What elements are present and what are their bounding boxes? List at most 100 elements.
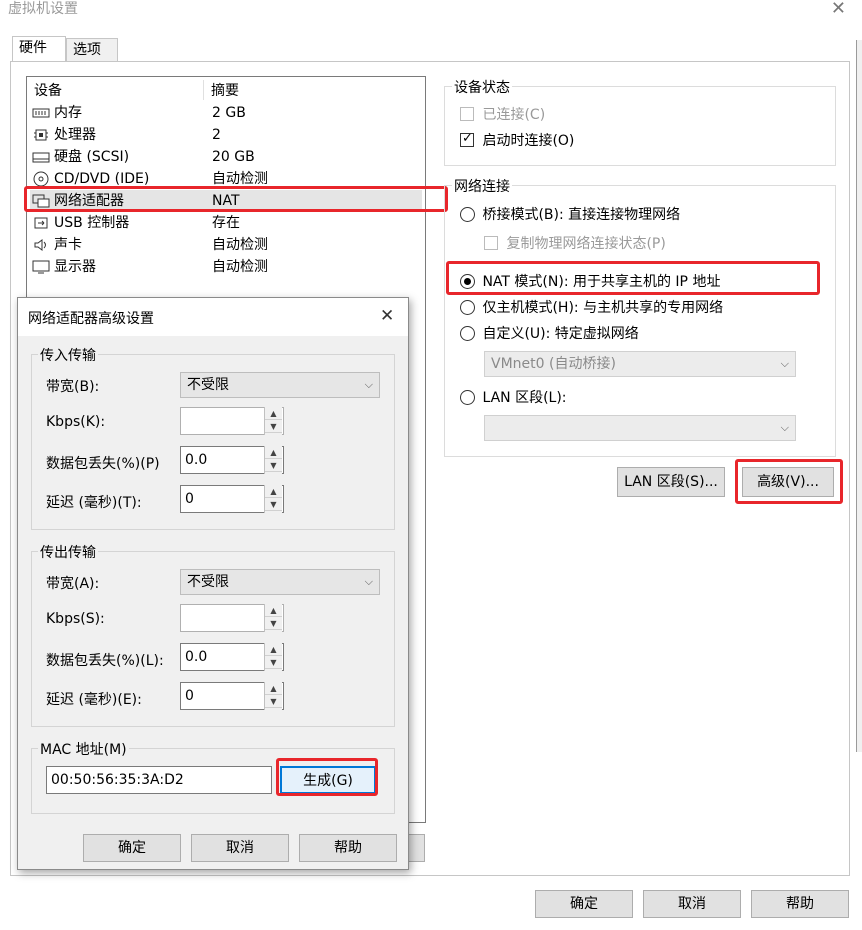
tab-options[interactable]: 选项 <box>66 38 118 62</box>
device-name: USB 控制器 <box>54 215 130 231</box>
incoming-bandwidth-select[interactable]: 不受限 ⌵ <box>180 372 380 398</box>
device-summary: 2 <box>212 127 221 143</box>
radio-dot <box>460 389 475 405</box>
monitor-icon <box>32 258 50 276</box>
radio-dot <box>460 206 475 222</box>
generate-mac-button[interactable]: 生成(G) <box>280 766 376 794</box>
chevron-down-icon: ⌵ <box>364 575 373 588</box>
arrow-down-icon[interactable]: ▼ <box>265 498 282 511</box>
lan-segments-button[interactable]: LAN 区段(S)... <box>617 467 725 497</box>
dialog-help-button[interactable]: 帮助 <box>299 834 397 862</box>
lan-segment-radio[interactable]: LAN 区段(L): <box>460 387 567 407</box>
mac-address-title: MAC 地址(M) <box>38 739 129 759</box>
field-value: 0 <box>185 688 194 704</box>
custom-label: 自定义(U): 特定虚拟网络 <box>482 326 639 342</box>
arrow-down-icon[interactable]: ▼ <box>265 656 282 669</box>
device-list-header: 设备 摘要 <box>34 80 414 100</box>
incoming-latency-stepper[interactable]: ▲ ▼ <box>264 485 282 513</box>
replicate-state-label: 复制物理网络连接状态(P) <box>506 236 666 252</box>
hard-disk-icon <box>32 148 50 166</box>
device-summary: NAT <box>212 193 240 209</box>
memory-icon <box>32 104 50 122</box>
dialog-cancel-button[interactable]: 取消 <box>191 834 289 862</box>
outgoing-title: 传出传输 <box>38 542 98 562</box>
arrow-up-icon[interactable]: ▲ <box>265 446 282 459</box>
chevron-down-icon: ⌵ <box>780 357 789 370</box>
window-title: 虚拟机设置 <box>8 1 78 17</box>
cpu-icon <box>32 126 50 144</box>
outgoing-latency-stepper[interactable]: ▲ ▼ <box>264 682 282 710</box>
ok-button[interactable]: 确定 <box>535 890 633 918</box>
outgoing-packet-loss-stepper[interactable]: ▲ ▼ <box>264 643 282 671</box>
device-summary: 存在 <box>212 215 240 231</box>
nat-label: NAT 模式(N): 用于共享主机的 IP 地址 <box>482 274 721 290</box>
field-value: 0 <box>185 491 194 507</box>
help-button[interactable]: 帮助 <box>751 890 849 918</box>
chevron-down-icon: ⌵ <box>780 421 789 434</box>
connect-at-power-on-checkbox[interactable]: 启动时连接(O) <box>460 130 574 150</box>
dialog-close-icon[interactable]: ✕ <box>380 306 394 326</box>
advanced-button[interactable]: 高级(V)... <box>742 467 834 497</box>
dialog-ok-button[interactable]: 确定 <box>83 834 181 862</box>
connected-checkbox[interactable]: 已连接(C) <box>460 104 545 124</box>
checkbox-box <box>460 131 474 147</box>
arrow-down-icon[interactable]: ▼ <box>265 459 282 472</box>
close-icon[interactable]: ✕ <box>831 0 846 19</box>
arrow-up-icon[interactable]: ▲ <box>265 643 282 656</box>
select-value: VMnet0 (自动桥接) <box>491 356 616 372</box>
device-name: 显示器 <box>54 259 96 275</box>
cd-dvd-icon <box>32 170 50 188</box>
tab-hardware[interactable]: 硬件 <box>12 36 66 62</box>
replicate-state-checkbox[interactable]: 复制物理网络连接状态(P) <box>484 233 666 253</box>
outgoing-bandwidth-label: 带宽(A): <box>46 576 100 592</box>
device-name: CD/DVD (IDE) <box>54 171 150 187</box>
arrow-up-icon[interactable]: ▲ <box>265 604 282 617</box>
host-only-label: 仅主机模式(H): 与主机共享的专用网络 <box>482 300 724 316</box>
custom-network-select[interactable]: VMnet0 (自动桥接) ⌵ <box>484 351 796 377</box>
outgoing-packet-loss-label: 数据包丢失(%)(L): <box>46 653 164 669</box>
arrow-down-icon[interactable]: ▼ <box>265 695 282 708</box>
device-row-hard-disk[interactable]: 硬盘 (SCSI) 20 GB <box>30 146 422 168</box>
device-row-network-adapter[interactable]: 网络适配器 NAT <box>30 190 422 212</box>
column-header-summary: 摘要 <box>211 83 239 99</box>
arrow-down-icon[interactable]: ▼ <box>265 420 282 433</box>
nat-radio[interactable]: NAT 模式(N): 用于共享主机的 IP 地址 <box>460 271 720 291</box>
network-adapter-icon <box>32 192 50 210</box>
bridged-radio[interactable]: 桥接模式(B): 直接连接物理网络 <box>460 204 680 224</box>
device-row-display[interactable]: 显示器 自动检测 <box>30 256 422 278</box>
window-edge <box>856 40 862 752</box>
incoming-kbps-stepper[interactable]: ▲ ▼ <box>264 407 282 435</box>
incoming-title: 传入传输 <box>38 345 98 365</box>
device-row-usb[interactable]: USB 控制器 存在 <box>30 212 422 234</box>
incoming-bandwidth-label: 带宽(B): <box>46 379 100 395</box>
outgoing-bandwidth-select[interactable]: 不受限 ⌵ <box>180 569 380 595</box>
speaker-icon <box>32 236 50 254</box>
checkbox-box <box>484 236 498 250</box>
outgoing-kbps-stepper[interactable]: ▲ ▼ <box>264 604 282 632</box>
device-status-title: 设备状态 <box>452 77 512 97</box>
cancel-button[interactable]: 取消 <box>643 890 741 918</box>
device-row-memory[interactable]: 内存 2 GB <box>30 102 422 124</box>
device-name: 声卡 <box>54 237 82 253</box>
arrow-up-icon[interactable]: ▲ <box>265 485 282 498</box>
column-header-device: 设备 <box>34 83 62 99</box>
custom-radio[interactable]: 自定义(U): 特定虚拟网络 <box>460 323 639 343</box>
field-value: 0.0 <box>185 452 208 468</box>
device-name: 网络适配器 <box>54 193 124 209</box>
device-name: 处理器 <box>54 127 96 143</box>
arrow-up-icon[interactable]: ▲ <box>265 407 282 420</box>
device-summary: 自动检测 <box>212 237 268 253</box>
arrow-down-icon[interactable]: ▼ <box>265 617 282 630</box>
device-row-processor[interactable]: 处理器 2 <box>30 124 422 146</box>
device-status-group <box>444 86 836 166</box>
mac-address-field[interactable]: 00:50:56:35:3A:D2 <box>46 766 272 794</box>
device-row-cd-dvd[interactable]: CD/DVD (IDE) 自动检测 <box>30 168 422 190</box>
host-only-radio[interactable]: 仅主机模式(H): 与主机共享的专用网络 <box>460 297 723 317</box>
incoming-packet-loss-stepper[interactable]: ▲ ▼ <box>264 446 282 474</box>
usb-icon <box>32 214 50 232</box>
arrow-up-icon[interactable]: ▲ <box>265 682 282 695</box>
device-summary: 2 GB <box>212 105 246 121</box>
device-row-sound-card[interactable]: 声卡 自动检测 <box>30 234 422 256</box>
bridged-label: 桥接模式(B): 直接连接物理网络 <box>482 207 681 223</box>
lan-segment-select[interactable]: ⌵ <box>484 415 796 441</box>
